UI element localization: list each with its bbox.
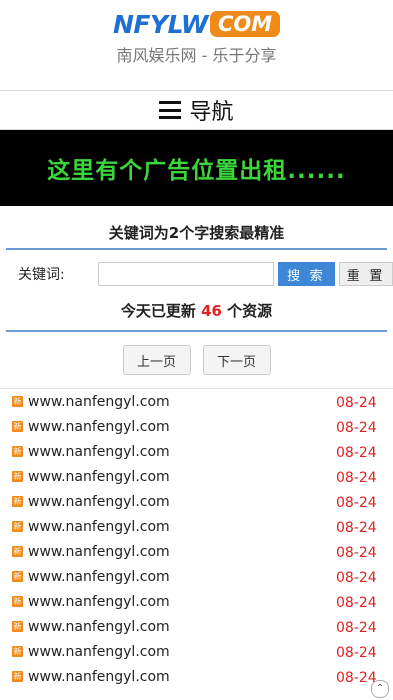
new-badge-icon: 新 <box>12 646 23 657</box>
search-hint: 关键词为2个字搜索最精准 <box>108 224 285 242</box>
resource-date: 08-24 <box>336 395 377 411</box>
resource-date: 08-24 <box>336 420 377 436</box>
new-badge-icon: 新 <box>12 671 23 682</box>
new-badge-icon: 新 <box>12 621 23 632</box>
search-label: 关键词: <box>18 267 65 283</box>
ad-banner[interactable]: 这里有个广告位置出租...... <box>0 130 393 206</box>
list-item[interactable]: 新 www.nanfengyl.com 08-24 <box>0 639 393 664</box>
resource-date: 08-24 <box>336 520 377 536</box>
resource-list: 新 www.nanfengyl.com 08-24 新 www.nanfengyl.co… <box>0 389 393 689</box>
list-item[interactable]: 新 www.nanfengyl.com 08-24 <box>0 589 393 614</box>
new-badge-icon: 新 <box>12 521 23 532</box>
resource-date: 08-24 <box>336 545 377 561</box>
resource-link[interactable]: www.nanfengyl.com <box>28 594 170 610</box>
list-item[interactable]: 新 www.nanfengyl.com 08-24 <box>0 489 393 514</box>
site-logo[interactable]: NFYLW COM <box>113 9 281 39</box>
search-button[interactable]: 搜 索 <box>277 262 336 286</box>
resource-link[interactable]: www.nanfengyl.com <box>28 669 170 685</box>
resource-date: 08-24 <box>336 645 377 661</box>
new-badge-icon: 新 <box>12 571 23 582</box>
logo-com-badge: COM <box>209 11 281 37</box>
update-number: 46 <box>201 302 222 320</box>
new-badge-icon: 新 <box>12 471 23 482</box>
list-item[interactable]: 新 www.nanfengyl.com 08-24 <box>0 414 393 439</box>
site-slogan: 南风娱乐网 - 乐于分享 <box>116 46 277 65</box>
resource-date: 08-24 <box>336 570 377 586</box>
resource-date: 08-24 <box>336 445 377 461</box>
logo-text: NFYLW <box>113 9 208 39</box>
update-suffix: 个资源 <box>227 302 273 320</box>
pagination: 上一页 下一页 <box>0 332 393 389</box>
new-badge-icon: 新 <box>12 496 23 507</box>
back-to-top-icon[interactable]: ⌃ <box>371 680 389 698</box>
next-page-button[interactable]: 下一页 <box>202 345 271 375</box>
search-bar: 关键词: 搜 索 重 置 <box>0 250 393 298</box>
ad-text: 这里有个广告位置出租...... <box>47 158 346 184</box>
site-header: NFYLW COM 南风娱乐网 - 乐于分享 <box>0 0 393 91</box>
new-badge-icon: 新 <box>12 396 23 407</box>
list-item[interactable]: 新 www.nanfengyl.com 08-24 <box>0 614 393 639</box>
new-badge-icon: 新 <box>12 546 23 557</box>
resource-date: 08-24 <box>336 595 377 611</box>
resource-link[interactable]: www.nanfengyl.com <box>28 544 170 560</box>
resource-date: 08-24 <box>336 470 377 486</box>
new-badge-icon: 新 <box>12 596 23 607</box>
resource-link[interactable]: www.nanfengyl.com <box>28 419 170 435</box>
resource-link[interactable]: www.nanfengyl.com <box>28 394 170 410</box>
reset-button[interactable]: 重 置 <box>339 262 393 286</box>
list-item[interactable]: 新 www.nanfengyl.com 08-24 <box>0 514 393 539</box>
update-count: 今天已更新 46 个资源 <box>0 298 393 330</box>
resource-date: 08-24 <box>336 495 377 511</box>
list-item[interactable]: 新 www.nanfengyl.com 08-24 <box>0 389 393 414</box>
resource-link[interactable]: www.nanfengyl.com <box>28 569 170 585</box>
list-item[interactable]: 新 www.nanfengyl.com 08-24 <box>0 439 393 464</box>
resource-date: 08-24 <box>336 670 377 686</box>
nav-toggle[interactable]: 导航 <box>0 91 393 130</box>
new-badge-icon: 新 <box>12 421 23 432</box>
list-item[interactable]: 新 www.nanfengyl.com 08-24 <box>0 564 393 589</box>
list-item[interactable]: 新 www.nanfengyl.com 08-24 <box>0 539 393 564</box>
search-input[interactable] <box>97 262 274 286</box>
list-item[interactable]: 新 www.nanfengyl.com 08-24 <box>0 464 393 489</box>
resource-link[interactable]: www.nanfengyl.com <box>28 469 170 485</box>
resource-link[interactable]: www.nanfengyl.com <box>28 519 170 535</box>
new-badge-icon: 新 <box>12 446 23 457</box>
resource-link[interactable]: www.nanfengyl.com <box>28 644 170 660</box>
nav-label: 导航 <box>189 100 234 125</box>
resource-date: 08-24 <box>336 620 377 636</box>
resource-link[interactable]: www.nanfengyl.com <box>28 619 170 635</box>
list-item[interactable]: 新 www.nanfengyl.com 08-24 <box>0 664 393 689</box>
resource-link[interactable]: www.nanfengyl.com <box>28 444 170 460</box>
resource-link[interactable]: www.nanfengyl.com <box>28 494 170 510</box>
prev-page-button[interactable]: 上一页 <box>122 345 191 375</box>
update-prefix: 今天已更新 <box>120 302 196 320</box>
menu-icon <box>159 101 182 119</box>
